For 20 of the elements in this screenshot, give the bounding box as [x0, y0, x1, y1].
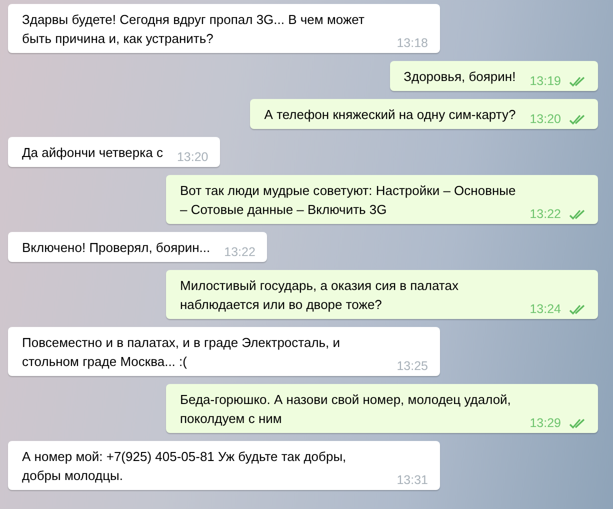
message-text: А номер мой: +7(925) 405-05-81 Уж будьте так добры, добры молодцы.: [22, 448, 348, 485]
message-text: Здарвы будете! Сегодня вдруг пропал 3G... В чем может быть причина и, как устранить?: [22, 11, 366, 48]
message-text: Милостивый государь, а оказия сия в палатах наблюдается или во дворе тоже?: [180, 277, 460, 314]
message-time: 13:19: [530, 73, 561, 89]
message-time: 13:20: [176, 149, 208, 165]
message-text: Да айфончи четверка с: [22, 144, 163, 162]
message-text: А телефон княжеский на одну сим-карту?: [264, 106, 516, 124]
message-time: 13:24: [530, 301, 561, 317]
message-text: Беда-горюшко. А назови свой номер, молодец удалой, поколдуем с ним: [180, 391, 512, 428]
message-time: 13:22: [224, 244, 256, 260]
message-time: 13:25: [396, 358, 428, 374]
message-text: Повсеместно и в палатах, и в граде Электросталь, и стольном граде Москва... :(: [22, 334, 342, 371]
message-time: 13:22: [530, 206, 561, 222]
message-text: Включено! Проверял, боярин...: [22, 239, 210, 257]
message-text: Здоровья, боярин!: [404, 68, 516, 86]
message-text: Вот так люди мудрые советуют: Настройки – Основные – Сотовые данные – Включить 3G: [180, 182, 516, 219]
message-time: 13:20: [530, 111, 561, 127]
message-time: 13:18: [396, 35, 428, 51]
message-time: 13:29: [530, 415, 561, 431]
message-time: 13:31: [396, 472, 428, 488]
